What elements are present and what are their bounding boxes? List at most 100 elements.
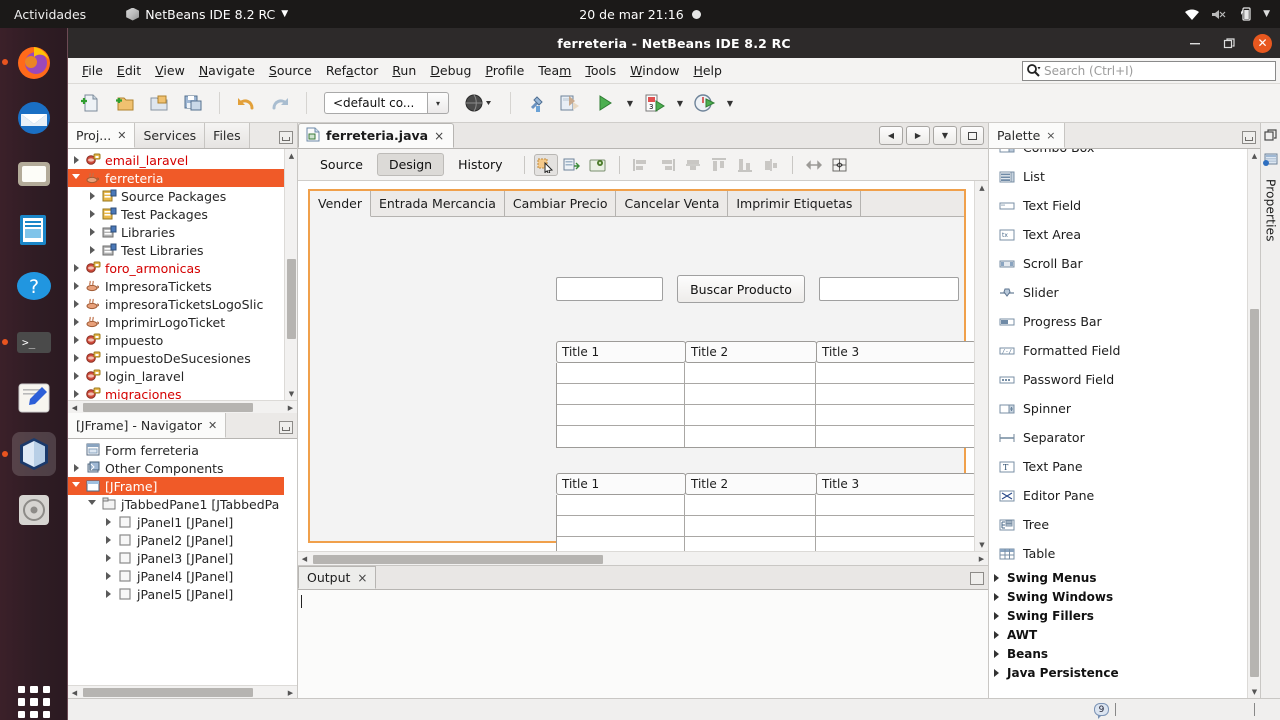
scroll-down-icon[interactable]: ▼ <box>975 538 988 551</box>
properties-icon[interactable] <box>1263 152 1278 171</box>
tree-row[interactable]: ImpresoraTickets <box>68 277 284 295</box>
table-body[interactable] <box>556 363 976 448</box>
search-input[interactable]: Search (Ctrl+I) <box>1044 64 1133 78</box>
palette-item-spinner[interactable]: Spinner <box>989 394 1247 423</box>
scroll-left-icon[interactable]: ◀ <box>68 686 81 698</box>
menu-file[interactable]: File <box>75 61 110 80</box>
table-column-header[interactable]: Title 3 <box>816 473 976 495</box>
chevron-right-icon[interactable] <box>993 611 1001 620</box>
tab-list-icon[interactable]: ▼ <box>933 126 957 145</box>
projects-tree[interactable]: email_laravel ferreteria Source Packages Te… <box>68 149 297 413</box>
menu-navigate[interactable]: Navigate <box>192 61 262 80</box>
chevron-right-icon[interactable] <box>68 354 84 362</box>
selection-mode-icon[interactable] <box>533 153 558 176</box>
chevron-down-icon[interactable] <box>68 173 84 183</box>
close-icon[interactable]: × <box>1046 129 1055 142</box>
tab-services[interactable]: Services <box>135 123 206 148</box>
chevron-right-icon[interactable] <box>993 649 1001 658</box>
run-project-icon[interactable] <box>590 88 620 118</box>
scrollbar-thumb[interactable] <box>83 403 253 412</box>
app-menu-button[interactable]: NetBeans IDE 8.2 RC ▼ <box>126 7 288 22</box>
clock-button[interactable]: 20 de mar 21:16 <box>520 7 760 22</box>
tree-row[interactable]: Libraries <box>68 223 284 241</box>
scroll-right-icon[interactable]: ▶ <box>975 552 988 565</box>
chevron-right-icon[interactable] <box>68 156 84 164</box>
center-horizontally-icon[interactable] <box>759 154 783 176</box>
table-row[interactable] <box>557 516 975 537</box>
properties-tab-label[interactable]: Properties <box>1264 179 1278 242</box>
tree-row[interactable]: Test Packages <box>68 205 284 223</box>
tree-row[interactable]: jPanel4 [JPanel] <box>68 567 284 585</box>
palette-item-password-field[interactable]: Password Field <box>989 365 1247 394</box>
launcher-software-updater-icon[interactable] <box>12 488 56 532</box>
navigator-horizontal-scrollbar[interactable]: ◀ ▶ <box>68 685 297 698</box>
launcher-help-icon[interactable]: ? <box>12 264 56 308</box>
connection-mode-icon[interactable] <box>560 154 584 176</box>
tab-navigator[interactable]: [JFrame] - Navigator ✕ <box>68 413 227 438</box>
palette-item-list[interactable]: List <box>989 162 1247 191</box>
canvas-vertical-scrollbar[interactable]: ▲ ▼ <box>974 181 988 551</box>
view-source-button[interactable]: Source <box>308 153 375 176</box>
minimize-button[interactable] <box>1185 33 1205 53</box>
search-box[interactable]: Search (Ctrl+I) <box>1022 61 1276 81</box>
table-row[interactable] <box>557 384 975 405</box>
tab-output[interactable]: Output × <box>298 566 377 589</box>
scroll-right-icon[interactable]: ▶ <box>284 401 297 413</box>
chevron-down-icon[interactable] <box>84 499 100 509</box>
chevron-right-icon[interactable] <box>993 592 1001 601</box>
products-table-1[interactable]: Title 1 Title 2 Title 3 <box>556 341 976 448</box>
align-top-icon[interactable] <box>707 154 731 176</box>
chevron-right-icon[interactable] <box>84 192 100 200</box>
view-history-button[interactable]: History <box>446 153 514 176</box>
menu-refactor[interactable]: Refactor <box>319 61 385 80</box>
table-column-header[interactable]: Title 1 <box>556 473 686 495</box>
launcher-firefox-icon[interactable] <box>2 40 56 84</box>
palette-category-beans[interactable]: Beans <box>989 644 1247 663</box>
minimize-window-icon[interactable] <box>1242 131 1256 144</box>
new-project-icon[interactable] <box>110 88 140 118</box>
close-icon[interactable]: × <box>357 571 367 585</box>
palette-item-text-pane[interactable]: T Text Pane <box>989 452 1247 481</box>
tree-row[interactable]: jPanel5 [JPanel] <box>68 585 284 603</box>
table-column-header[interactable]: Title 2 <box>685 473 817 495</box>
scrollbar-thumb[interactable] <box>83 688 253 697</box>
table-row[interactable] <box>557 495 975 516</box>
table-row[interactable] <box>557 405 975 426</box>
chevron-right-icon[interactable] <box>68 300 84 308</box>
output-content[interactable] <box>298 590 988 698</box>
palette-item-text-field[interactable]: Text Field <box>989 191 1247 220</box>
navigator-tree[interactable]: Form ferreteria Other Components [JFrame] j… <box>68 439 297 698</box>
design-canvas[interactable]: Vender Entrada Mercancia Cambiar Precio Can… <box>298 181 988 566</box>
editor-tab-ferreteria-java[interactable]: ferreteria.java × <box>298 123 455 148</box>
activities-button[interactable]: Actividades <box>14 7 86 22</box>
scrollbar-thumb[interactable] <box>287 259 296 339</box>
align-center-icon[interactable] <box>681 154 705 176</box>
chevron-right-icon[interactable] <box>68 264 84 272</box>
scroll-left-icon[interactable]: ◀ <box>68 401 81 413</box>
launcher-libreoffice-icon[interactable] <box>12 208 56 252</box>
menu-window[interactable]: Window <box>623 61 686 80</box>
minimize-window-icon[interactable] <box>970 572 984 585</box>
palette-item-tree[interactable]: Tree <box>989 510 1247 539</box>
set-project-browser-icon[interactable] <box>461 88 499 118</box>
save-all-icon[interactable] <box>178 88 208 118</box>
design-tab-vender[interactable]: Vender <box>310 191 371 217</box>
scroll-tabs-left-icon[interactable]: ◀ <box>879 126 903 145</box>
debug-dropdown-icon[interactable]: ▼ <box>674 88 686 118</box>
chevron-right-icon[interactable] <box>993 668 1001 677</box>
palette-item-progress-bar[interactable]: Progress Bar <box>989 307 1247 336</box>
table-column-header[interactable]: Title 2 <box>685 341 817 363</box>
tree-row[interactable]: Other Components <box>68 459 284 477</box>
maximize-button[interactable] <box>1219 33 1239 53</box>
menu-view[interactable]: View <box>148 61 192 80</box>
menu-team[interactable]: Team <box>531 61 578 80</box>
chevron-right-icon[interactable] <box>68 318 84 326</box>
menu-help[interactable]: Help <box>686 61 729 80</box>
table-column-header[interactable]: Title 1 <box>556 341 686 363</box>
jframe-form[interactable]: Vender Entrada Mercancia Cambiar Precio Can… <box>308 189 976 565</box>
tree-row[interactable]: email_laravel <box>68 151 284 169</box>
palette-category-awt[interactable]: AWT <box>989 625 1247 644</box>
resize-horizontal-icon[interactable] <box>802 154 826 176</box>
palette-item-slider[interactable]: Slider <box>989 278 1247 307</box>
launcher-thunderbird-icon[interactable] <box>12 96 56 140</box>
